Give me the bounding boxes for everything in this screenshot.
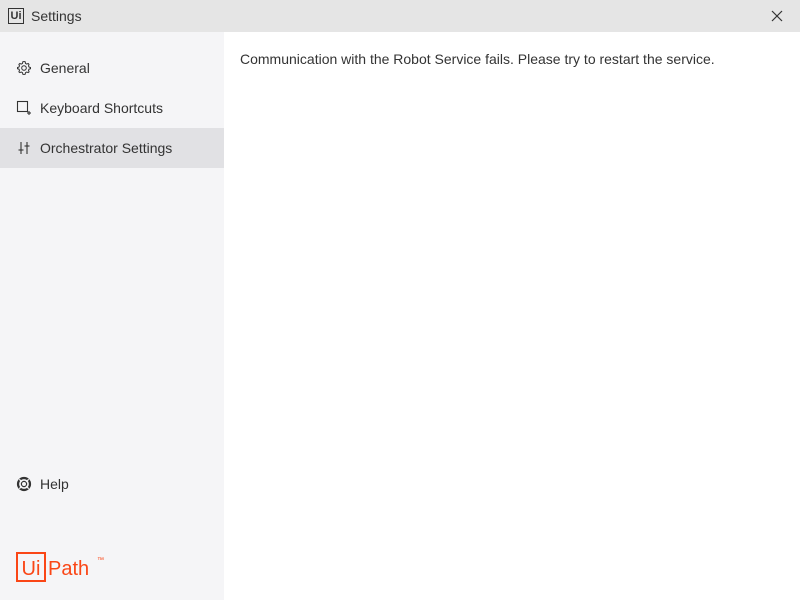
- sidebar-item-label: General: [40, 60, 90, 76]
- sidebar-item-keyboard-shortcuts[interactable]: Keyboard Shortcuts: [0, 88, 224, 128]
- logo-text-ui: Ui: [22, 558, 41, 580]
- sliders-icon: [16, 140, 32, 156]
- sidebar-item-help[interactable]: Help: [0, 464, 224, 504]
- sidebar-item-general[interactable]: General: [0, 48, 224, 88]
- logo-text-path: Path: [48, 558, 89, 580]
- close-icon: [771, 10, 783, 22]
- title-bar: Ui Settings: [0, 0, 800, 32]
- sidebar-item-label: Help: [40, 476, 69, 492]
- sidebar: General Keyboard Shortcuts Orchestrator …: [0, 32, 224, 600]
- close-button[interactable]: [754, 0, 800, 32]
- sidebar-item-label: Keyboard Shortcuts: [40, 100, 163, 116]
- sidebar-item-label: Orchestrator Settings: [40, 140, 173, 156]
- main-content: Communication with the Robot Service fai…: [224, 32, 800, 600]
- lifebuoy-icon: [16, 476, 32, 492]
- gear-icon: [16, 60, 32, 76]
- uipath-logo: Ui Path ™: [16, 550, 108, 584]
- keyboard-shortcut-icon: [16, 100, 32, 116]
- error-message: Communication with the Robot Service fai…: [240, 51, 715, 67]
- sidebar-item-orchestrator-settings[interactable]: Orchestrator Settings: [0, 128, 224, 168]
- uipath-app-icon: Ui: [8, 8, 24, 24]
- window-title: Settings: [31, 8, 82, 24]
- settings-window: Ui Settings General Keyboard Shortcuts O…: [0, 0, 800, 600]
- logo-trademark: ™: [97, 557, 104, 564]
